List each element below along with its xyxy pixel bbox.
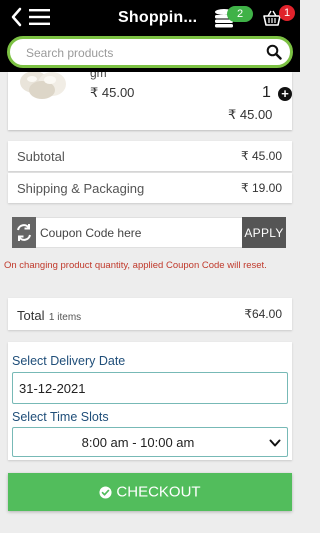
product-name: gm	[90, 72, 107, 80]
total-label-group: Total 1 items	[17, 307, 81, 325]
total-row: Total 1 items ₹64.00	[8, 298, 292, 330]
apply-coupon-button[interactable]: APPLY	[242, 217, 286, 248]
page-title: Shoppin...	[118, 9, 198, 26]
total-label: Total	[17, 308, 45, 323]
time-slot-value: 8:00 am - 10:00 am	[81, 435, 195, 450]
search-input[interactable]	[26, 43, 256, 63]
total-items-count: 1 items	[48, 312, 82, 323]
time-slot-label: Select Time Slots	[12, 410, 109, 424]
mushroom-product-image	[20, 72, 66, 99]
cart-item-card: gm ₹ 45.00 1 + ₹ 45.00	[8, 72, 292, 130]
cart-count-badge: 1	[279, 5, 295, 21]
checkout-label: CHECKOUT	[116, 483, 201, 501]
check-circle-icon	[99, 486, 112, 499]
delivery-date-input[interactable]	[12, 372, 288, 404]
increase-quantity-button[interactable]: +	[278, 87, 292, 101]
shipping-label: Shipping & Packaging	[17, 181, 145, 196]
refresh-icon[interactable]	[12, 217, 36, 248]
subtotal-row: Subtotal ₹ 45.00	[8, 141, 292, 171]
search-bar	[7, 36, 293, 68]
chevron-down-icon	[269, 439, 281, 447]
total-value: ₹64.00	[244, 307, 282, 321]
product-quantity: 1	[262, 84, 271, 101]
subtotal-label: Subtotal	[17, 149, 65, 164]
back-arrow-icon[interactable]	[10, 6, 54, 28]
coupon-input[interactable]	[40, 224, 240, 242]
coupon-warning-text: On changing product quantity, applied Co…	[4, 260, 267, 271]
delivery-date-label: Select Delivery Date	[12, 354, 126, 368]
coin-count-badge: 2	[227, 6, 253, 22]
shipping-value: ₹ 19.00	[241, 181, 282, 195]
product-price: ₹ 45.00	[90, 85, 135, 100]
checkout-button[interactable]: CHECKOUT	[8, 473, 292, 511]
time-slot-select[interactable]: 8:00 am - 10:00 am	[12, 427, 288, 457]
product-line-total: ₹ 45.00	[228, 107, 273, 122]
shipping-row: Shipping & Packaging ₹ 19.00	[8, 173, 292, 203]
search-icon[interactable]	[266, 44, 282, 60]
coupon-field: APPLY	[12, 217, 286, 248]
delivery-options-panel: Select Delivery Date Select Time Slots 8…	[8, 342, 292, 460]
subtotal-value: ₹ 45.00	[241, 149, 282, 163]
app-header: Shoppin... 2 1	[0, 0, 300, 72]
